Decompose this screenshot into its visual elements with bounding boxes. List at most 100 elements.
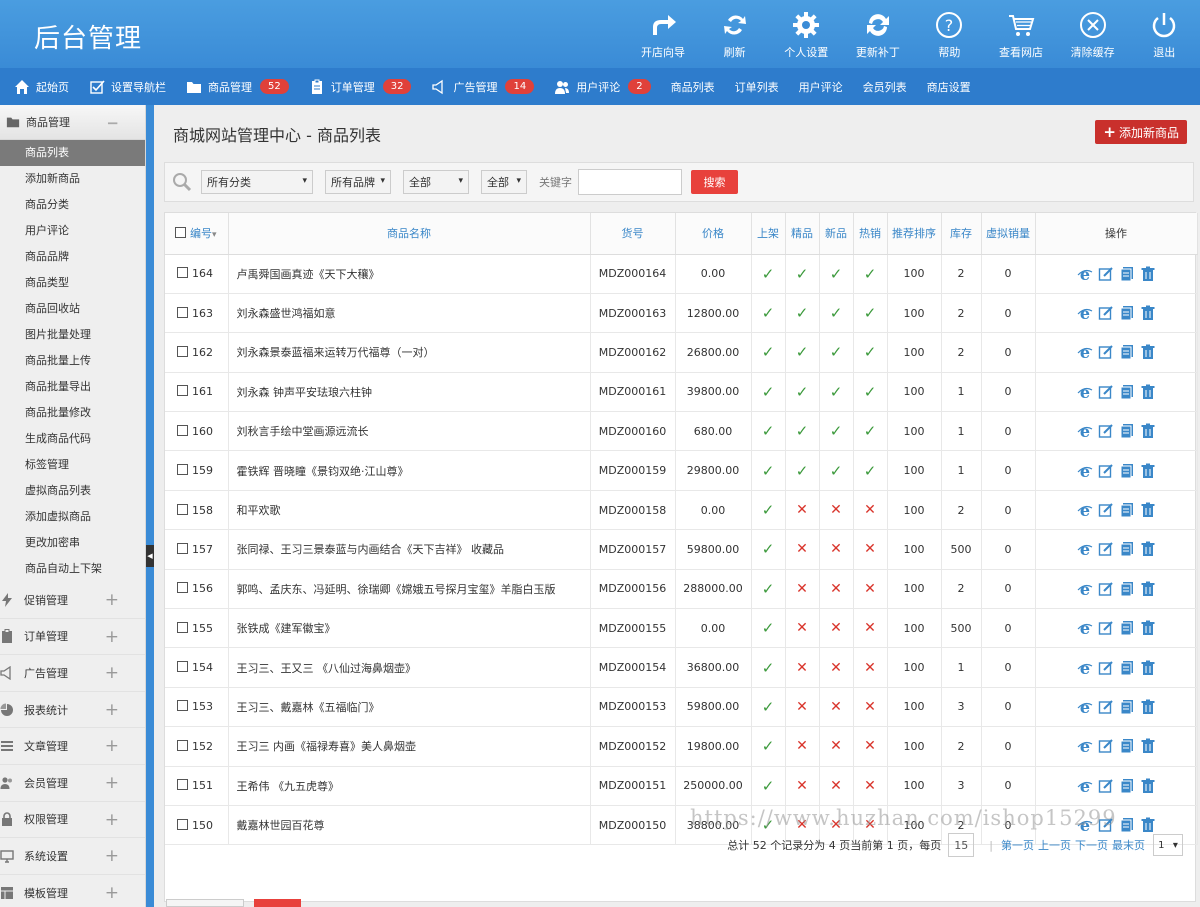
copy-icon[interactable] — [1119, 384, 1135, 400]
edit-icon[interactable] — [1098, 305, 1114, 321]
first-page-link[interactable]: 第一页 — [1001, 837, 1034, 853]
virtual-sales[interactable]: 0 — [981, 647, 1036, 688]
row-checkbox[interactable] — [177, 385, 188, 397]
sidebar-group-goods[interactable]: 商品管理 − — [0, 105, 145, 140]
row-checkbox[interactable] — [177, 700, 188, 712]
goods-price[interactable]: 288000.00 — [675, 569, 752, 610]
trash-icon[interactable] — [1140, 620, 1156, 636]
goods-name[interactable]: 王习三、戴嘉林《五福临门》 — [228, 687, 591, 728]
sort-order[interactable]: 100 — [887, 411, 942, 452]
goods-name[interactable]: 刘永森景泰蓝福来运转万代福尊（一对） — [228, 332, 591, 373]
cross-icon[interactable]: ✕ — [830, 778, 842, 794]
check-icon[interactable]: ✓ — [864, 422, 877, 440]
goods-price[interactable]: 59800.00 — [675, 529, 752, 570]
goods-price[interactable]: 0.00 — [675, 254, 752, 294]
menubar-item[interactable]: 设置导航栏 — [89, 79, 166, 95]
copy-icon[interactable] — [1119, 660, 1135, 676]
virtual-sales[interactable]: 0 — [981, 766, 1036, 806]
stock[interactable]: 2 — [941, 726, 982, 767]
expand-icon[interactable]: + — [105, 773, 119, 793]
trash-icon[interactable] — [1140, 502, 1156, 518]
sort-order[interactable]: 100 — [887, 254, 942, 294]
copy-icon[interactable] — [1119, 699, 1135, 715]
menubar-item[interactable]: 商品管理 52 — [186, 79, 289, 95]
menubar-item[interactable]: 订单列表 — [735, 79, 779, 95]
cross-icon[interactable]: ✕ — [796, 738, 808, 754]
expand-icon[interactable]: + — [105, 883, 119, 903]
goods-price[interactable]: 680.00 — [675, 411, 752, 452]
edit-icon[interactable] — [1098, 541, 1114, 557]
goods-price[interactable]: 250000.00 — [675, 766, 752, 806]
stock[interactable]: 1 — [941, 372, 982, 413]
cross-icon[interactable]: ✕ — [796, 541, 808, 557]
expand-icon[interactable]: + — [105, 663, 119, 683]
view-icon[interactable]: e — [1077, 502, 1093, 518]
check-icon[interactable]: ✓ — [762, 619, 775, 637]
check-icon[interactable]: ✓ — [796, 304, 809, 322]
check-icon[interactable]: ✓ — [762, 462, 775, 480]
sidebar-group[interactable]: 文章管理 + — [0, 728, 145, 765]
cross-icon[interactable]: ✕ — [830, 620, 842, 636]
sidebar-item[interactable]: 商品自动上下架 — [0, 556, 145, 582]
cross-icon[interactable]: ✕ — [864, 738, 876, 754]
sidebar-group[interactable]: 系统设置 + — [0, 838, 145, 875]
goods-sn[interactable]: MDZ000152 — [590, 726, 676, 767]
row-checkbox[interactable] — [177, 345, 188, 357]
view-icon[interactable]: e — [1077, 463, 1093, 479]
goods-price[interactable]: 19800.00 — [675, 726, 752, 767]
virtual-sales[interactable]: 0 — [981, 529, 1036, 570]
edit-icon[interactable] — [1098, 463, 1114, 479]
view-icon[interactable]: e — [1077, 344, 1093, 360]
trash-icon[interactable] — [1140, 305, 1156, 321]
trash-icon[interactable] — [1140, 778, 1156, 794]
sort-order[interactable]: 100 — [887, 529, 942, 570]
expand-icon[interactable]: + — [105, 590, 119, 610]
trash-icon[interactable] — [1140, 541, 1156, 557]
menubar-item[interactable]: 用户评论 — [799, 79, 843, 95]
add-goods-button[interactable]: + 添加新商品 — [1095, 120, 1187, 144]
cross-icon[interactable]: ✕ — [796, 581, 808, 597]
stock[interactable]: 2 — [941, 332, 982, 373]
sort-order[interactable]: 100 — [887, 647, 942, 688]
row-checkbox[interactable] — [177, 464, 188, 476]
view-icon[interactable]: e — [1077, 541, 1093, 557]
category-select[interactable]: 所有分类 ▾ — [201, 170, 313, 194]
sidebar-collapse-handle[interactable]: ◀ — [146, 545, 154, 567]
goods-name[interactable]: 王希伟 《九五虎尊》 — [228, 766, 591, 806]
sort-order[interactable]: 100 — [887, 569, 942, 610]
check-icon[interactable]: ✓ — [830, 304, 843, 322]
header-nav-item[interactable]: 退出 — [1128, 0, 1200, 68]
select-all-checkbox[interactable] — [175, 227, 186, 239]
view-icon[interactable]: e — [1077, 620, 1093, 636]
stock[interactable]: 3 — [941, 766, 982, 806]
check-icon[interactable]: ✓ — [830, 343, 843, 361]
header-nav-item[interactable]: ? 帮助 — [914, 0, 986, 68]
row-checkbox[interactable] — [177, 306, 188, 318]
copy-icon[interactable] — [1119, 423, 1135, 439]
goods-name[interactable]: 刘永森盛世鸿福如意 — [228, 293, 591, 334]
goods-name[interactable]: 张同禄、王习三景泰蓝与内画结合《天下吉祥》 收藏品 — [228, 529, 591, 570]
sidebar-group[interactable]: 报表统计 + — [0, 692, 145, 729]
trash-icon[interactable] — [1140, 266, 1156, 282]
goods-sn[interactable]: MDZ000151 — [590, 766, 676, 806]
check-icon[interactable]: ✓ — [762, 580, 775, 598]
cross-icon[interactable]: ✕ — [830, 581, 842, 597]
check-icon[interactable]: ✓ — [864, 265, 877, 283]
copy-icon[interactable] — [1119, 778, 1135, 794]
header-nav-item[interactable]: 更新补丁 — [842, 0, 914, 68]
goods-name[interactable]: 王习三、王又三 《八仙过海鼻烟壶》 — [228, 647, 591, 688]
prev-page-link[interactable]: 上一页 — [1038, 837, 1071, 853]
header-nav-item[interactable]: 查看网店 — [985, 0, 1057, 68]
check-icon[interactable]: ✓ — [830, 383, 843, 401]
goods-sn[interactable]: MDZ000156 — [590, 569, 676, 610]
goods-price[interactable]: 0.00 — [675, 608, 752, 649]
menubar-item[interactable]: 用户评论 2 — [554, 79, 651, 95]
expand-icon[interactable]: + — [105, 700, 119, 720]
search-button[interactable]: 搜索 — [691, 170, 738, 194]
goods-name[interactable]: 张铁成《建军徽宝》 — [228, 608, 591, 649]
goods-sn[interactable]: MDZ000160 — [590, 411, 676, 452]
check-icon[interactable]: ✓ — [796, 343, 809, 361]
menubar-item[interactable]: 订单管理 32 — [309, 79, 412, 95]
sidebar-item[interactable]: 添加新商品 — [0, 166, 145, 192]
check-icon[interactable]: ✓ — [762, 265, 775, 283]
